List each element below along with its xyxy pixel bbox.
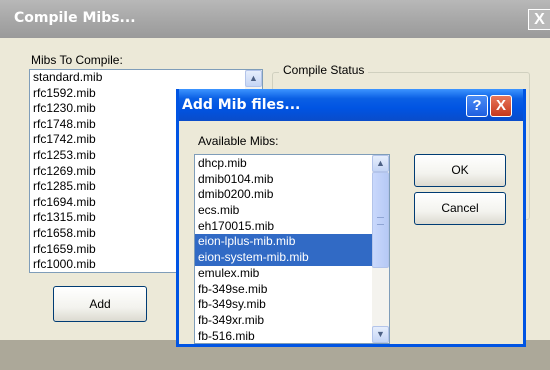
scrollbar-thumb[interactable] xyxy=(372,172,389,268)
list-item[interactable]: eion-system-mib.mib xyxy=(195,250,372,266)
list-item[interactable]: dhcp.mib xyxy=(195,156,372,172)
main-window-title: Compile Mibs... xyxy=(14,10,136,26)
cancel-button[interactable]: Cancel xyxy=(414,192,506,225)
add-button[interactable]: Add xyxy=(53,286,147,322)
ok-button[interactable]: OK xyxy=(414,154,506,187)
available-list-scrollbar[interactable]: ▲ ▼ xyxy=(372,155,389,343)
dialog-title: Add Mib files... xyxy=(182,97,301,113)
dialog-title-bar[interactable]: Add Mib files... ? X xyxy=(179,89,523,121)
list-item[interactable]: fb-516.mib xyxy=(195,329,372,343)
list-item[interactable]: emulex.mib xyxy=(195,266,372,282)
list-item[interactable]: fb-349se.mib xyxy=(195,282,372,298)
available-mibs-list[interactable]: dhcp.mib dmib0104.mib dmib0200.mib ecs.mib e… xyxy=(194,154,390,344)
add-mib-files-dialog: Add Mib files... ? X Available Mibs: dhc… xyxy=(176,89,526,347)
list-item[interactable]: fb-349sy.mib xyxy=(195,297,372,313)
main-close-icon[interactable]: X xyxy=(528,9,550,30)
list-item[interactable]: fb-349xr.mib xyxy=(195,313,372,329)
available-list-rows: dhcp.mib dmib0104.mib dmib0200.mib ecs.mib e… xyxy=(195,156,372,343)
scroll-down-icon[interactable]: ▼ xyxy=(372,326,389,343)
list-item[interactable]: dmib0200.mib xyxy=(195,187,372,203)
list-item[interactable]: standard.mib xyxy=(30,70,245,86)
scroll-up-icon[interactable]: ▲ xyxy=(372,155,389,172)
list-item[interactable]: dmib0104.mib xyxy=(195,172,372,188)
mibs-to-compile-label: Mibs To Compile: xyxy=(31,53,123,67)
close-icon[interactable]: X xyxy=(490,95,512,117)
list-item[interactable]: ecs.mib xyxy=(195,203,372,219)
main-title-bar[interactable]: Compile Mibs... X xyxy=(0,0,550,38)
list-item[interactable]: eion-lplus-mib.mib xyxy=(195,234,372,251)
help-icon[interactable]: ? xyxy=(466,95,488,117)
scroll-up-icon[interactable]: ▲ xyxy=(245,70,262,87)
compile-status-label: Compile Status xyxy=(279,63,369,77)
available-mibs-label: Available Mibs: xyxy=(198,134,279,148)
list-item[interactable]: eh170015.mib xyxy=(195,219,372,235)
